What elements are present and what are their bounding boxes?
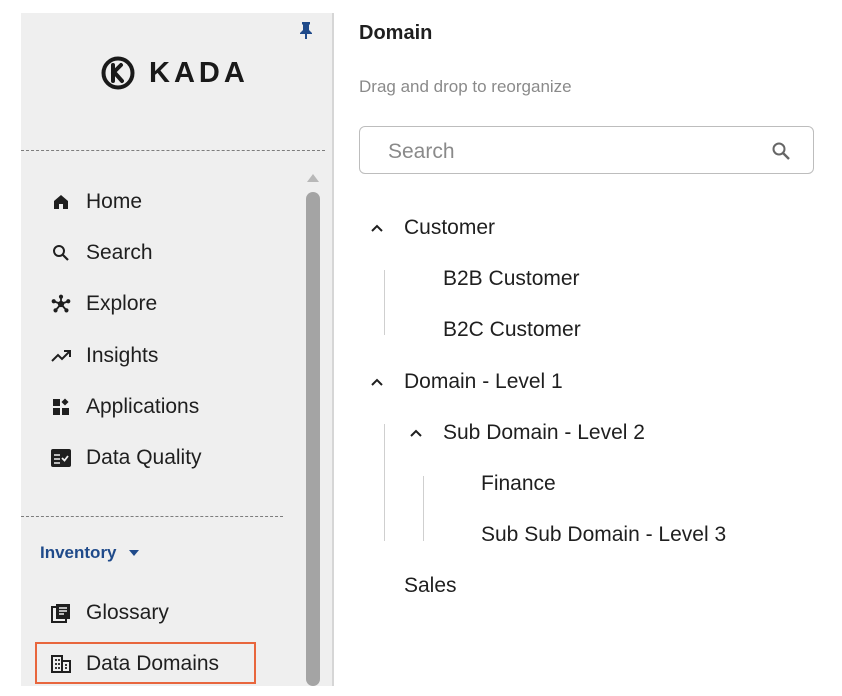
sidebar-scrollbar[interactable] <box>306 192 320 686</box>
nav-item-data-quality[interactable]: Data Quality <box>51 441 202 475</box>
tree-node-label: B2B Customer <box>443 267 580 290</box>
tree-node-label: Sales <box>404 574 457 597</box>
tree-node-domain-level-1[interactable]: Domain - Level 1 <box>368 366 563 398</box>
sidebar-divider <box>21 150 325 151</box>
nav-item-label: Glossary <box>86 601 169 624</box>
nav-item-label: Insights <box>86 344 159 367</box>
chevron-up-icon[interactable] <box>407 424 425 442</box>
trending-up-icon <box>51 346 71 366</box>
scroll-up-arrow-icon[interactable] <box>307 174 319 182</box>
tree-node-sub-domain-level-2[interactable]: Sub Domain - Level 2 <box>407 417 645 449</box>
chevron-up-icon[interactable] <box>368 219 386 237</box>
page-title: Domain <box>359 22 433 44</box>
logo: KADA <box>101 56 249 90</box>
tree-node-b2c-customer[interactable]: B2C Customer <box>443 314 581 346</box>
search-icon <box>51 243 71 263</box>
home-icon <box>51 192 71 212</box>
applications-icon <box>51 397 71 417</box>
tree-guide-line <box>384 270 385 335</box>
tree-guide-line <box>384 424 385 541</box>
search-icon[interactable] <box>771 141 791 161</box>
nav-item-glossary[interactable]: Glossary <box>51 596 169 630</box>
sidebar-divider <box>21 516 283 517</box>
tree-node-label: Finance <box>481 472 556 495</box>
selected-item-outline <box>35 642 256 684</box>
section-inventory[interactable]: Inventory <box>40 543 139 563</box>
tree-node-sales[interactable]: Sales <box>404 570 457 602</box>
tree-node-label: B2C Customer <box>443 318 581 341</box>
chevron-up-icon[interactable] <box>368 373 386 391</box>
nav-item-home[interactable]: Home <box>51 185 142 219</box>
pin-icon[interactable] <box>299 21 313 39</box>
nav-item-explore[interactable]: Explore <box>51 287 157 321</box>
tree-node-b2b-customer[interactable]: B2B Customer <box>443 263 580 295</box>
nav-item-applications[interactable]: Applications <box>51 390 199 424</box>
tree-node-sub-sub-domain-level-3[interactable]: Sub Sub Domain - Level 3 <box>481 519 726 551</box>
logo-text: KADA <box>149 56 249 89</box>
section-label: Inventory <box>40 543 117 562</box>
nav-item-label: Applications <box>86 395 200 418</box>
tree-node-label: Domain - Level 1 <box>404 370 563 393</box>
nav-item-search[interactable]: Search <box>51 236 153 270</box>
tree-guide-line <box>423 476 424 541</box>
search-input[interactable] <box>386 139 750 165</box>
sidebar: KADA Home Search Explore Insights Applic… <box>21 13 332 686</box>
tree-node-finance[interactable]: Finance <box>481 468 556 500</box>
nav-item-label: Home <box>86 190 143 213</box>
panel-divider[interactable] <box>332 13 334 686</box>
nav-item-label: Data Quality <box>86 446 202 469</box>
tree-node-label: Sub Domain - Level 2 <box>443 421 645 444</box>
tree-node-customer[interactable]: Customer <box>368 212 495 244</box>
explore-icon <box>51 294 71 314</box>
caret-down-icon <box>128 550 139 556</box>
page-subtitle: Drag and drop to reorganize <box>359 77 572 96</box>
nav-item-insights[interactable]: Insights <box>51 339 158 373</box>
search-field[interactable] <box>359 126 814 174</box>
nav-item-label: Search <box>86 241 153 264</box>
kada-logo-icon <box>101 56 135 90</box>
data-quality-icon <box>51 448 71 468</box>
tree-node-label: Customer <box>404 216 496 239</box>
glossary-icon <box>51 603 71 623</box>
tree-node-label: Sub Sub Domain - Level 3 <box>481 523 727 546</box>
nav-item-label: Explore <box>86 292 158 315</box>
